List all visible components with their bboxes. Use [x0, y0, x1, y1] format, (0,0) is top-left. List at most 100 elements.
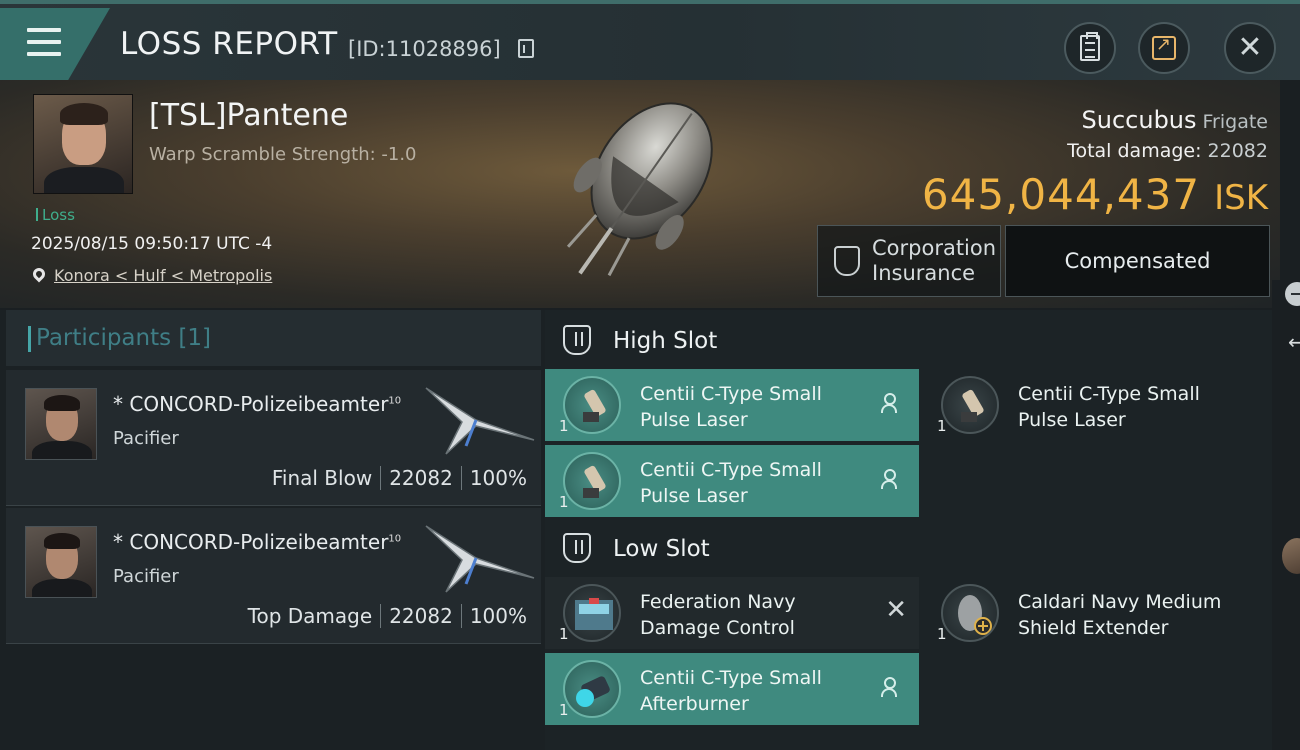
- participant-role: Top Damage: [247, 604, 373, 628]
- victim-ship[interactable]: Succubus Frigate: [1082, 106, 1268, 134]
- loss-datetime: 2025/08/15 09:50:17 UTC -4: [31, 234, 273, 254]
- isk-amount: 645,044,437: [921, 170, 1201, 219]
- module-name-line1: Centii C-Type Small: [640, 667, 822, 689]
- total-damage: Total damage: 22082: [1067, 140, 1268, 162]
- low-slot-header: Low Slot: [545, 520, 1272, 578]
- avatar: [25, 388, 97, 460]
- participant-damage: 22082: [389, 604, 453, 628]
- module-name: Federation Navy Damage Control: [640, 589, 870, 641]
- victim-banner: [TSL]Pantene Warp Scramble Strength: -1.…: [0, 80, 1280, 308]
- location-link[interactable]: Konora < Hulf < Metropolis: [54, 266, 272, 285]
- participant-damage: 22082: [389, 466, 453, 490]
- insurance-shield-icon: [834, 246, 860, 276]
- copy-icon[interactable]: [518, 39, 534, 58]
- module-name-line2: Damage Control: [640, 617, 795, 639]
- victim-portrait[interactable]: [33, 94, 133, 194]
- top-bar: LOSS REPORT [ID:11028896] ✕: [0, 0, 1300, 80]
- next-slot-header: [545, 738, 1272, 750]
- loss-tag: Loss: [36, 206, 75, 224]
- back-arrow-icon[interactable]: ←: [1288, 330, 1300, 354]
- insurance-label: Corporation Insurance: [872, 236, 996, 286]
- destroyed-x-icon: ✕: [885, 595, 907, 625]
- module-name-line2: Afterburner: [640, 693, 749, 715]
- module-item[interactable]: 1 Federation Navy Damage Control ✕: [545, 577, 919, 649]
- module-qty: 1: [559, 493, 569, 511]
- module-item[interactable]: 1 Centii C-Type Small Pulse Laser: [923, 369, 1297, 441]
- hamburger-icon: [27, 28, 61, 64]
- participant-stats: Final Blow 22082 100%: [272, 466, 527, 490]
- close-button[interactable]: ✕: [1224, 22, 1276, 74]
- module-name-line1: Centii C-Type Small: [1018, 383, 1200, 405]
- high-slot-icon: [563, 325, 591, 355]
- module-name-line2: Pulse Laser: [640, 485, 748, 507]
- participant-row[interactable]: * CONCORD-Polizeibeamter10 Pacifier Top …: [6, 508, 541, 644]
- module-qty: 1: [559, 701, 569, 719]
- clipboard-button[interactable]: [1064, 22, 1116, 74]
- module-qty: 1: [559, 417, 569, 435]
- pulse-laser-icon: [563, 452, 621, 510]
- avatar: [25, 526, 97, 598]
- module-name: Centii C-Type Small Pulse Laser: [640, 381, 870, 433]
- ship-class: Frigate: [1202, 111, 1268, 133]
- module-qty: 1: [559, 625, 569, 643]
- participant-name-text: * CONCORD-Polizeibeamter: [113, 392, 389, 416]
- damage-control-icon: [563, 584, 621, 642]
- share-icon: [1152, 34, 1176, 60]
- fitting-panel: High Slot 1 Centii C-Type Small Pulse Las…: [545, 310, 1272, 750]
- compensation-status[interactable]: Compensated: [1005, 225, 1270, 297]
- shield-extender-icon: [941, 584, 999, 642]
- participant-ship: Pacifier: [113, 428, 179, 449]
- module-name: Caldari Navy Medium Shield Extender: [1018, 589, 1248, 641]
- insurance-label-line2: Insurance: [872, 261, 976, 285]
- participant-name-text: * CONCORD-Polizeibeamter: [113, 530, 389, 554]
- module-qty: 1: [937, 417, 947, 435]
- module-name-line2: Pulse Laser: [640, 409, 748, 431]
- report-id: [ID:11028896]: [348, 37, 501, 61]
- low-slot-label: Low Slot: [613, 536, 710, 562]
- module-name-line1: Federation Navy: [640, 591, 796, 613]
- participant-role: Final Blow: [271, 466, 373, 490]
- module-name: Centii C-Type Small Afterburner: [640, 665, 870, 717]
- share-button[interactable]: [1138, 22, 1190, 74]
- participant-level: 10: [388, 533, 402, 545]
- insurance-box[interactable]: Corporation Insurance: [817, 225, 1001, 297]
- clipboard-icon: [1080, 32, 1100, 61]
- isk-value: 645,044,437 ISK: [922, 170, 1268, 219]
- module-name: Centii C-Type Small Pulse Laser: [640, 457, 870, 509]
- module-item[interactable]: 1 Caldari Navy Medium Shield Extender: [923, 577, 1297, 649]
- participants-header[interactable]: Participants [1]: [6, 310, 541, 366]
- low-slot-icon: [563, 533, 591, 563]
- module-item[interactable]: 1 Centii C-Type Small Afterburner: [545, 653, 919, 725]
- high-slot-header: High Slot: [545, 312, 1272, 370]
- module-item[interactable]: 1 Centii C-Type Small Pulse Laser: [545, 445, 919, 517]
- participants-label: Participants [1]: [36, 325, 211, 351]
- pulse-laser-icon: [563, 376, 621, 434]
- participant-percent: 100%: [469, 604, 527, 628]
- pulse-laser-icon: [941, 376, 999, 434]
- module-item[interactable]: 1 Centii C-Type Small Pulse Laser: [545, 369, 919, 441]
- dropped-person-icon: [881, 677, 897, 697]
- participant-stats: Top Damage 22082 100%: [248, 604, 527, 628]
- module-name: Centii C-Type Small Pulse Laser: [1018, 381, 1248, 433]
- module-name-line1: Caldari Navy Medium: [1018, 591, 1222, 613]
- participant-name: * CONCORD-Polizeibeamter10: [113, 530, 401, 554]
- participant-ship-image: [425, 525, 535, 593]
- warp-scramble-strength: Warp Scramble Strength: -1.0: [149, 144, 417, 165]
- victim-pilot-name[interactable]: [TSL]Pantene: [149, 98, 348, 133]
- module-name-line2: Pulse Laser: [1018, 409, 1126, 431]
- ship-name: Succubus: [1081, 106, 1197, 134]
- participant-ship: Pacifier: [113, 566, 179, 587]
- afterburner-icon: [563, 660, 621, 718]
- module-qty: 1: [937, 625, 947, 643]
- participant-percent: 100%: [469, 466, 527, 490]
- insurance-label-line1: Corporation: [872, 236, 997, 260]
- participants-panel: Participants [1] * CONCORD-Polizeibeamte…: [0, 310, 545, 750]
- high-slot-label: High Slot: [613, 328, 718, 354]
- participant-row[interactable]: * CONCORD-Polizeibeamter10 Pacifier Fina…: [6, 370, 541, 506]
- menu-button[interactable]: [0, 8, 110, 80]
- participant-ship-image: [425, 387, 535, 455]
- total-damage-value: 22082: [1207, 140, 1268, 162]
- victim-ship-image: [550, 92, 770, 292]
- module-name-line2: Shield Extender: [1018, 617, 1169, 639]
- module-name-line1: Centii C-Type Small: [640, 459, 822, 481]
